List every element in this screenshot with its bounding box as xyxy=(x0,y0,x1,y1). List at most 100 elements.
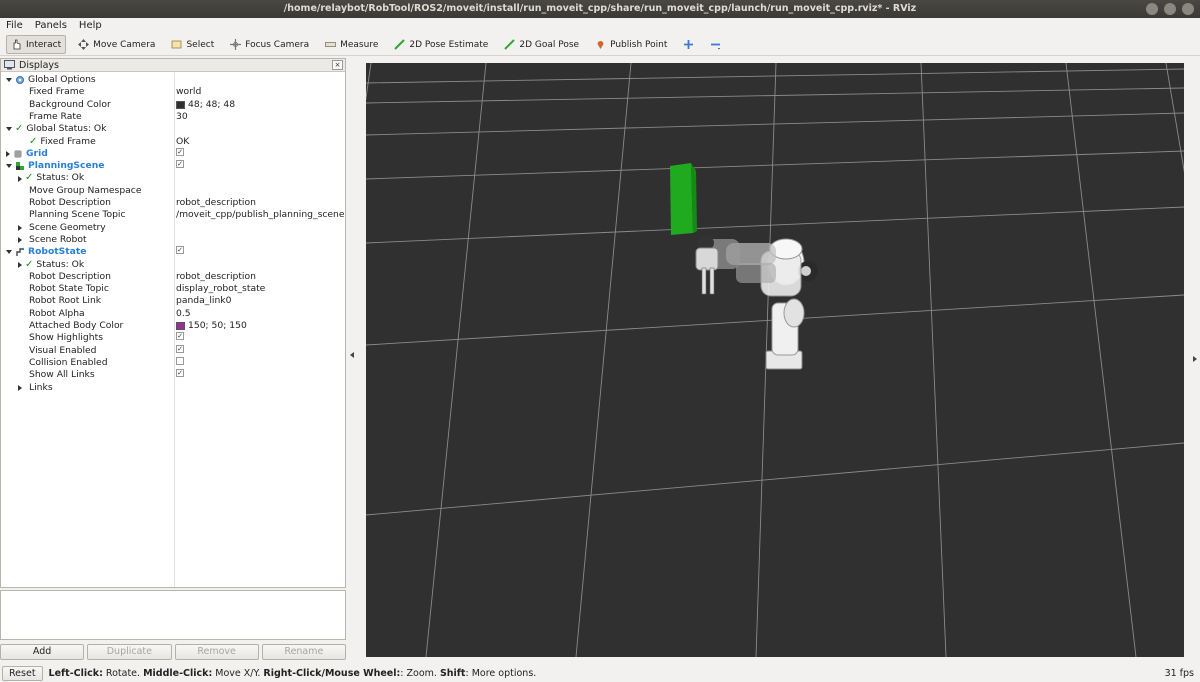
displays-panel-header: Displays × xyxy=(1,59,345,72)
remove-tool-button[interactable] xyxy=(706,35,725,54)
remove-button[interactable]: Remove xyxy=(174,644,259,660)
focus-camera-tool-button[interactable]: Focus Camera xyxy=(226,35,313,54)
menu-panels[interactable]: Panels xyxy=(35,18,67,33)
publish-point-tool-button[interactable]: Publish Point xyxy=(591,35,671,54)
tree-row-move-group-namespace[interactable]: Move Group Namespace xyxy=(1,185,345,197)
grid-enabled-checkbox[interactable]: ✓ xyxy=(176,147,184,156)
tree-row-visual-enabled[interactable]: Visual Enabled ✓ xyxy=(1,344,345,357)
robot-root-link-value[interactable]: panda_link0 xyxy=(176,295,231,307)
checkmark-icon: ✓ xyxy=(15,123,24,135)
tree-row-global-status[interactable]: ✓ Global Status: Ok xyxy=(1,123,345,135)
tree-row-show-highlights[interactable]: Show Highlights ✓ xyxy=(1,332,345,344)
tree-row-robot-state-status[interactable]: ✓ Status: Ok xyxy=(1,259,345,271)
robot-icon xyxy=(16,248,25,257)
tree-row-robot-description[interactable]: Robot Description robot_description xyxy=(1,197,345,209)
move-camera-tool-button[interactable]: Move Camera xyxy=(74,35,159,54)
collapse-arrow-icon[interactable] xyxy=(6,150,10,157)
expand-arrow-icon[interactable] xyxy=(6,127,12,132)
collapse-arrow-icon[interactable] xyxy=(18,224,22,231)
tree-row-robot-description-2[interactable]: Robot Description robot_description xyxy=(1,271,345,283)
color-swatch[interactable] xyxy=(176,100,185,109)
add-button[interactable]: Add xyxy=(0,644,85,660)
collapse-arrow-icon[interactable] xyxy=(18,175,22,182)
minimize-button[interactable] xyxy=(1146,3,1158,15)
pose-estimate-tool-button[interactable]: 2D Pose Estimate xyxy=(390,35,492,54)
interact-tool-button[interactable]: Interact xyxy=(6,35,67,54)
color-swatch[interactable] xyxy=(176,322,185,331)
goal-pose-tool-button[interactable]: 2D Goal Pose xyxy=(500,35,583,54)
robot-description-value[interactable]: robot_description xyxy=(176,197,256,209)
tree-row-collision-enabled[interactable]: Collision Enabled xyxy=(1,356,345,369)
tree-row-planning-scene-topic[interactable]: Planning Scene Topic /moveit_cpp/publish… xyxy=(1,209,345,221)
tree-row-fixed-frame[interactable]: Fixed Frame world xyxy=(1,86,345,98)
tree-row-robot-alpha[interactable]: Robot Alpha 0.5 xyxy=(1,308,345,320)
plus-icon xyxy=(684,40,694,49)
add-tool-button[interactable] xyxy=(679,35,698,54)
tree-row-links[interactable]: Links xyxy=(1,382,345,394)
tree-row-attached-body-color[interactable]: Attached Body Color 150; 50; 150 xyxy=(1,320,345,332)
robot-state-topic-value[interactable]: display_robot_state xyxy=(176,283,265,295)
tree-row-show-all-links[interactable]: Show All Links ✓ xyxy=(1,369,345,381)
select-tool-button[interactable]: Select xyxy=(167,35,218,54)
maximize-button[interactable] xyxy=(1164,3,1176,15)
collapse-left-arrow-icon[interactable] xyxy=(350,352,354,358)
close-icon[interactable]: × xyxy=(332,60,343,70)
hand-pointer-icon xyxy=(13,39,21,50)
menu-bar: File Panels Help xyxy=(0,18,1200,33)
planning-scene-topic-value[interactable]: /moveit_cpp/publish_planning_scene xyxy=(176,209,345,221)
status-help-text: Left-Click: Rotate. Middle-Click: Move X… xyxy=(48,667,537,679)
expand-arrow-icon[interactable] xyxy=(6,78,12,83)
displays-button-row: Add Duplicate Remove Rename xyxy=(0,644,346,661)
reset-button[interactable]: Reset xyxy=(2,665,43,681)
collapse-arrow-icon[interactable] xyxy=(18,261,22,268)
tree-row-robot-root-link[interactable]: Robot Root Link panda_link0 xyxy=(1,295,345,307)
duplicate-button[interactable]: Duplicate xyxy=(87,644,172,660)
attached-body-color-value[interactable]: 150; 50; 150 xyxy=(188,320,247,332)
robot-state-enabled-checkbox[interactable]: ✓ xyxy=(176,246,184,255)
show-highlights-checkbox[interactable]: ✓ xyxy=(176,332,184,341)
robot-alpha-value[interactable]: 0.5 xyxy=(176,308,191,320)
collision-box xyxy=(670,163,697,235)
planning-scene-enabled-checkbox[interactable]: ✓ xyxy=(176,160,184,169)
tree-row-robot-state[interactable]: RobotState ✓ xyxy=(1,246,345,258)
render-3d-viewport[interactable] xyxy=(366,63,1184,657)
menu-file[interactable]: File xyxy=(6,18,23,33)
collapse-arrow-icon[interactable] xyxy=(18,237,22,244)
expand-arrow-icon[interactable] xyxy=(6,164,12,169)
tree-row-fixed-frame-status[interactable]: ✓ Fixed Frame OK xyxy=(1,136,345,148)
close-window-button[interactable] xyxy=(1182,3,1194,15)
rename-button[interactable]: Rename xyxy=(261,644,346,660)
collapse-right-arrow-icon[interactable] xyxy=(1193,356,1197,362)
frame-rate-value[interactable]: 30 xyxy=(176,111,188,123)
window-title-bar: /home/relaybot/RobTool/ROS2/moveit/insta… xyxy=(0,0,1200,18)
measure-tool-button[interactable]: Measure xyxy=(321,35,382,54)
robot-model xyxy=(695,236,818,370)
tree-row-robot-state-topic[interactable]: Robot State Topic display_robot_state xyxy=(1,283,345,295)
tree-row-planning-scene-status[interactable]: ✓ Status: Ok xyxy=(1,172,345,184)
status-bar: Reset Left-Click: Rotate. Middle-Click: … xyxy=(0,664,1200,682)
fixed-frame-status-value: OK xyxy=(176,135,190,147)
collapse-arrow-icon[interactable] xyxy=(18,384,22,391)
measure-label: Measure xyxy=(340,39,379,50)
tree-row-scene-robot[interactable]: Scene Robot xyxy=(1,234,345,246)
minus-dropdown-icon xyxy=(711,43,721,50)
expand-arrow-icon[interactable] xyxy=(6,250,12,255)
move-camera-label: Move Camera xyxy=(93,39,156,50)
robot-description-value[interactable]: robot_description xyxy=(176,271,256,283)
collision-enabled-checkbox[interactable] xyxy=(176,356,184,365)
monitor-icon xyxy=(4,60,15,70)
tree-row-grid[interactable]: Grid ✓ xyxy=(1,147,345,160)
show-all-links-checkbox[interactable]: ✓ xyxy=(176,369,184,378)
visual-enabled-checkbox[interactable]: ✓ xyxy=(176,344,184,353)
display-description-box xyxy=(0,590,346,640)
window-title: /home/relaybot/RobTool/ROS2/moveit/insta… xyxy=(283,3,917,14)
menu-help[interactable]: Help xyxy=(79,18,102,33)
tree-row-background-color[interactable]: Background Color 48; 48; 48 xyxy=(1,99,345,111)
tree-row-planning-scene[interactable]: PlanningScene ✓ xyxy=(1,160,345,172)
fixed-frame-value[interactable]: world xyxy=(176,86,201,98)
background-color-value[interactable]: 48; 48; 48 xyxy=(188,99,235,111)
tree-row-global-options[interactable]: Global Options xyxy=(1,74,345,86)
checkmark-icon: ✓ xyxy=(25,172,34,184)
tree-row-frame-rate[interactable]: Frame Rate 30 xyxy=(1,111,345,123)
tree-row-scene-geometry[interactable]: Scene Geometry xyxy=(1,222,345,234)
